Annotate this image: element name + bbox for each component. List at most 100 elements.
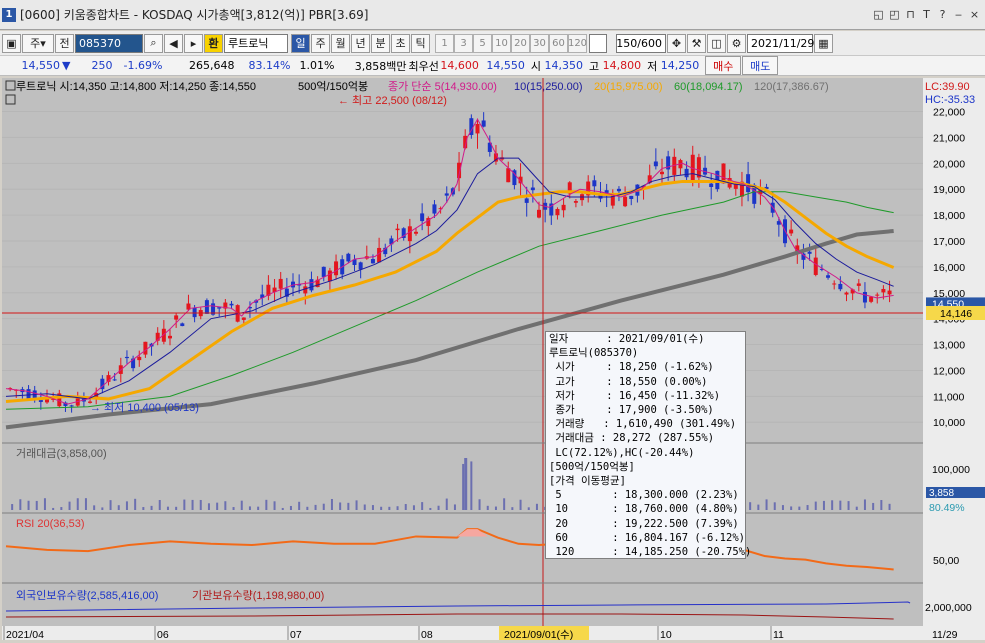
volume-bar	[486, 505, 489, 510]
candle-body	[629, 195, 634, 200]
volume-cur: 3,858	[929, 488, 954, 499]
text-size-icon[interactable]: T	[920, 8, 933, 21]
settings-small-icon[interactable]: ▸	[184, 33, 203, 53]
chart-toolbar: ▣ 주 ▾ 전 085370 ⌕ ◀ ▸ 환 루트로닉 일주월년분초틱 1 3 5 10…	[0, 31, 985, 56]
high-label: 고	[588, 59, 600, 73]
chart-area[interactable]: 루트로닉 시:14,350 고:14,800 저:14,250 종:14,550…	[2, 78, 923, 640]
count-field[interactable]: 150/600	[616, 33, 666, 53]
y-tick-9: 13,000	[933, 340, 965, 352]
window-titlebar: 1 [0600] 키움종합차트 - KOSDAQ 시가총액[3,812(억)] …	[0, 0, 985, 30]
candle-body	[124, 356, 129, 359]
volume-bar	[134, 498, 137, 510]
chart-svg[interactable]: 루트로닉 시:14,350 고:14,800 저:14,250 종:14,550…	[2, 78, 923, 640]
volume-bar	[224, 501, 227, 510]
candle-body	[444, 193, 449, 196]
candle-body	[875, 294, 880, 296]
help-icon[interactable]: ?	[936, 8, 949, 21]
holding-tick: 2,000,000	[925, 602, 972, 614]
candle-body	[653, 161, 658, 167]
interval-input[interactable]	[589, 33, 607, 53]
volume-spike	[464, 458, 468, 510]
tab-interval-6[interactable]: 60	[549, 33, 568, 53]
y-tick-4: 18,000	[933, 210, 965, 222]
volume-bar	[11, 504, 14, 510]
ma-label-1: 10(15,250.00)	[514, 81, 583, 93]
calendar-icon[interactable]: ▦	[814, 33, 833, 53]
tooltip-row: 20 : 19,222.500 (7.39%)	[549, 517, 739, 530]
price-axis: LC:39.90 HC:-35.33 22,000 21,000 20,000 19,00…	[923, 78, 985, 641]
candle-body	[309, 279, 314, 291]
grid-icon[interactable]: ▣	[2, 33, 21, 53]
volume-bar	[117, 505, 120, 510]
candle-body	[537, 209, 541, 218]
volume-bar	[814, 501, 817, 510]
gear-icon[interactable]: ⚙	[727, 33, 746, 53]
window-controls: ◱ ◰ ⊓ T? ‒ ×	[872, 8, 981, 21]
candle-body	[432, 204, 437, 214]
volume-bar	[232, 507, 235, 510]
window-number[interactable]: 1	[2, 7, 16, 22]
volume-bar	[453, 504, 456, 510]
tab-period-1[interactable]: 주	[311, 33, 330, 53]
tab-period-3[interactable]: 년	[351, 33, 370, 53]
ma-group-label: 500억/150억봉	[298, 80, 368, 93]
tab-period-5[interactable]: 초	[391, 33, 410, 53]
volume-bar	[462, 463, 465, 510]
tab-interval-3[interactable]: 10	[492, 33, 511, 53]
fullscreen-icon[interactable]: ◰	[888, 8, 901, 21]
volume-bar	[52, 507, 55, 510]
volume-ratio: 83.14%	[248, 59, 291, 72]
y-tick-5: 17,000	[933, 236, 965, 248]
crosshair-icon[interactable]: ✥	[667, 33, 686, 53]
candle-body	[69, 405, 74, 407]
tool-icon[interactable]: ⚒	[687, 33, 706, 53]
tab-period-0[interactable]: 일	[291, 33, 310, 53]
candle-body	[278, 278, 283, 289]
search-icon[interactable]: ⌕	[144, 33, 163, 53]
institution-holding-label: 기관보유수량(1,198,980,00)	[192, 589, 324, 602]
buy-button[interactable]: 매수	[705, 56, 742, 75]
open-price: 14,350	[544, 59, 583, 72]
tooltip-row: 고가 : 18,550 (0.00%)	[549, 375, 708, 388]
pin-icon[interactable]: ⊓	[904, 8, 917, 21]
volume-bar	[380, 506, 383, 510]
tooltip-row: 60 : 16,804.167 (-6.12%)	[549, 531, 745, 544]
open-label: 시	[530, 59, 541, 73]
volume-bar	[76, 498, 79, 510]
tab-interval-4[interactable]: 20	[511, 33, 530, 53]
candle-body	[616, 188, 621, 192]
tab-interval-5[interactable]: 30	[530, 33, 549, 53]
restore-down-icon[interactable]: ◱	[872, 8, 885, 21]
candle-body	[684, 168, 689, 178]
x-label-0: 2021/04	[6, 629, 44, 640]
stock-code-input[interactable]: 085370	[75, 33, 143, 53]
currency-badge[interactable]: 환	[204, 33, 223, 53]
tooltip-row: 120 : 14,185.250 (-20.75%)	[549, 546, 752, 559]
period-tabs: 일주월년분초틱	[291, 33, 431, 53]
trade-amount: 3,858백만	[354, 59, 407, 73]
window-title: [0600] 키움종합차트 - KOSDAQ 시가총액[3,812(억)] PB…	[20, 8, 369, 22]
save-icon[interactable]: ◫	[707, 33, 726, 53]
volume-bar	[863, 499, 866, 510]
tab-interval-0[interactable]: 1	[435, 33, 454, 53]
interval-tabs: 1 3 5 10 20 30 60 120	[435, 33, 587, 53]
date-field[interactable]: 2021/11/29	[747, 33, 814, 53]
sell-button[interactable]: 매도	[742, 56, 779, 75]
tab-period-2[interactable]: 월	[331, 33, 350, 53]
close-icon[interactable]: ×	[968, 8, 981, 21]
candle-body	[481, 120, 486, 127]
tab-period-4[interactable]: 분	[371, 33, 390, 53]
minimize-icon[interactable]: ‒	[952, 8, 965, 21]
tab-period-6[interactable]: 틱	[411, 33, 430, 53]
x-label-4: 10	[660, 629, 672, 640]
stock-type-select[interactable]: 전	[55, 33, 74, 53]
tab-interval-7[interactable]: 120	[568, 33, 587, 53]
tab-interval-1[interactable]: 3	[454, 33, 473, 53]
sound-icon[interactable]: ◀	[164, 33, 183, 53]
tooltip-row: 거래대금 : 28,272 (287.55%)	[549, 432, 715, 445]
volume-bar	[388, 506, 391, 510]
volume-bar	[347, 502, 350, 510]
chart-type-select[interactable]: 주 ▾	[22, 33, 54, 53]
tab-interval-2[interactable]: 5	[473, 33, 492, 53]
stock-name-field[interactable]: 루트로닉	[224, 33, 288, 53]
